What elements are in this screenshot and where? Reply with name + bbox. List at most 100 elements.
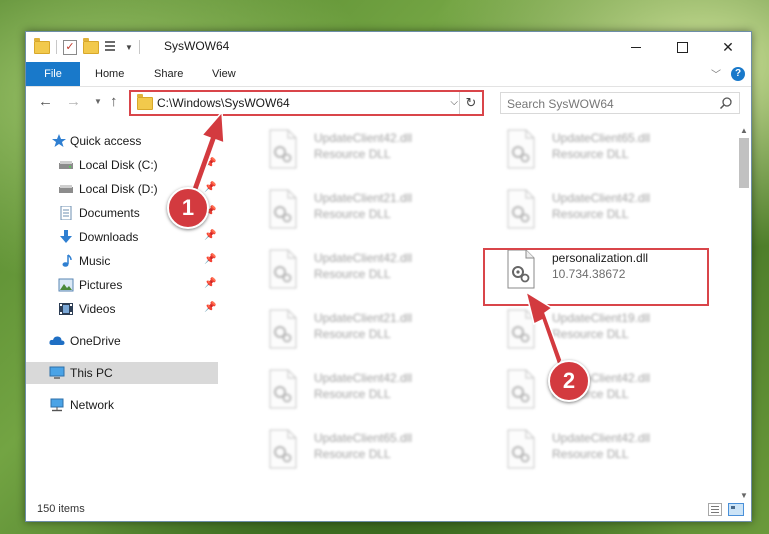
dll-file-icon [507, 429, 535, 469]
folder-icon[interactable] [34, 37, 50, 54]
sidebar-item-this-pc[interactable]: This PC [26, 362, 218, 384]
cloud-icon [49, 336, 65, 345]
file-name: UpdateClient42.dll [314, 131, 413, 145]
pin-icon[interactable]: 📌 [204, 278, 216, 289]
music-icon [62, 254, 72, 267]
minimize-button[interactable] [613, 32, 659, 62]
file-type: Resource DLL [552, 447, 629, 461]
dll-file-icon [269, 189, 297, 229]
close-icon: ✕ [722, 38, 734, 55]
file-tile[interactable]: UpdateClient42.dll Resource DLL [246, 127, 476, 177]
sidebar-item-onedrive[interactable]: OneDrive [26, 330, 218, 352]
up-arrow-icon[interactable]: ↑ [110, 94, 118, 110]
quick-access-toolbar: ✓ ▼ [34, 37, 140, 56]
item-count: 150 items [37, 503, 85, 515]
file-name: UpdateClient42.dll [552, 191, 651, 205]
customize-toolbar-icon[interactable] [105, 41, 119, 53]
sidebar-item-label: Videos [79, 302, 116, 316]
sidebar-item-label: This PC [70, 366, 113, 380]
vertical-scrollbar[interactable]: ▲ ▼ [736, 124, 752, 502]
back-arrow-icon[interactable]: ← [38, 94, 53, 110]
chevron-down-icon[interactable]: ▼ [125, 43, 133, 52]
file-name: UpdateClient65.dll [552, 131, 651, 145]
sidebar-item-label: Music [79, 254, 111, 268]
scroll-up-icon[interactable]: ▲ [740, 126, 748, 135]
file-tile[interactable]: UpdateClient65.dll Resource DLL [246, 427, 476, 477]
sidebar-item-videos[interactable]: Videos 📌 [26, 298, 218, 320]
drive-icon [59, 161, 73, 169]
forward-arrow-icon[interactable]: → [66, 94, 81, 110]
search-placeholder: Search SysWOW64 [507, 97, 614, 111]
dll-file-icon [269, 249, 297, 289]
file-name: UpdateClient42.dll [314, 371, 413, 385]
file-tile[interactable]: UpdateClient42.dll Resource DLL [246, 247, 476, 297]
title-bar: ✓ ▼ SysWOW64 ✕ [26, 32, 751, 62]
recent-locations-icon[interactable]: ▼ [94, 97, 102, 106]
tab-view[interactable]: View [212, 62, 236, 86]
file-tile[interactable]: UpdateClient21.dll Resource DLL [246, 307, 476, 357]
sidebar-item-label: Quick access [70, 134, 142, 148]
dll-file-icon [269, 369, 297, 409]
sidebar-item-music[interactable]: Music 📌 [26, 250, 218, 272]
pin-icon[interactable]: 📌 [204, 182, 216, 193]
minimize-icon [631, 46, 641, 48]
file-tile[interactable]: UpdateClient42.dll Resource DLL [246, 367, 476, 417]
sidebar-item-network[interactable]: Network [26, 394, 218, 416]
file-tile[interactable]: UpdateClient65.dll Resource DLL [484, 127, 714, 177]
sidebar-item-label: Local Disk (C:) [79, 158, 158, 172]
tab-home[interactable]: Home [95, 62, 124, 86]
sidebar-item-quick-access[interactable]: Quick access [26, 130, 218, 152]
new-folder-icon[interactable] [83, 37, 99, 54]
file-tile[interactable]: UpdateClient42.dll Resource DLL [484, 187, 714, 237]
file-tile[interactable]: UpdateClient19.dll Resource DLL [484, 307, 714, 357]
chevron-down-icon[interactable]: ⌵ [450, 97, 458, 108]
file-type: Resource DLL [314, 327, 391, 341]
address-path[interactable]: C:\Windows\SysWOW64 [157, 96, 290, 110]
help-icon[interactable]: ? [731, 66, 745, 81]
tab-file[interactable]: File [26, 62, 80, 86]
details-view-icon[interactable] [708, 503, 722, 516]
pin-icon[interactable]: 📌 [204, 302, 216, 313]
refresh-icon[interactable]: ↻ [459, 92, 482, 114]
dll-file-icon [507, 129, 535, 169]
file-name: UpdateClient21.dll [314, 191, 413, 205]
dll-file-icon [269, 129, 297, 169]
file-type: Resource DLL [314, 147, 391, 161]
dll-file-icon [269, 429, 297, 469]
tab-share[interactable]: Share [154, 62, 183, 86]
file-tile[interactable]: UpdateClient21.dll Resource DLL [246, 187, 476, 237]
file-type: Resource DLL [552, 207, 629, 221]
properties-check-icon[interactable]: ✓ [63, 39, 77, 55]
large-icons-view-icon[interactable] [728, 503, 744, 516]
pin-icon[interactable]: 📌 [204, 230, 216, 241]
window-controls: ✕ [613, 32, 751, 62]
search-input[interactable]: Search SysWOW64 [500, 92, 740, 114]
pictures-icon [58, 278, 74, 292]
step-2-marker: 2 [548, 360, 590, 402]
maximize-button[interactable] [659, 32, 705, 62]
file-name: UpdateClient42.dll [552, 431, 651, 445]
file-tile[interactable]: UpdateClient42.dll Resource DLL [484, 427, 714, 477]
documents-icon [60, 206, 72, 220]
file-list: UpdateClient42.dll Resource DLL UpdateCl… [226, 124, 738, 494]
download-icon [60, 230, 72, 243]
sidebar-item-label: Local Disk (D:) [79, 182, 158, 196]
file-tile[interactable]: UpdateClient42.dll Resource DLL [484, 367, 714, 417]
search-icon[interactable] [719, 96, 733, 110]
pin-icon[interactable]: 📌 [204, 254, 216, 265]
divider [56, 40, 57, 54]
sidebar-item-pictures[interactable]: Pictures 📌 [26, 274, 218, 296]
sidebar-item-downloads[interactable]: Downloads 📌 [26, 226, 218, 248]
expand-ribbon-icon[interactable]: ﹀ [711, 66, 721, 81]
address-bar[interactable]: C:\Windows\SysWOW64 ⌵ ↻ [129, 90, 484, 116]
drive-icon [59, 185, 73, 193]
dll-file-icon [507, 309, 535, 349]
scrollbar-thumb[interactable] [739, 138, 749, 188]
file-type: Resource DLL [314, 267, 391, 281]
sidebar-item-local-disk-c[interactable]: Local Disk (C:) 📌 [26, 154, 218, 176]
file-explorer-window: ✓ ▼ SysWOW64 ✕ File Home Share View ﹀ ? … [25, 31, 752, 522]
close-button[interactable]: ✕ [705, 32, 751, 62]
status-bar: 150 items [26, 499, 751, 521]
pin-icon[interactable]: 📌 [204, 158, 216, 169]
file-type: Resource DLL [314, 387, 391, 401]
